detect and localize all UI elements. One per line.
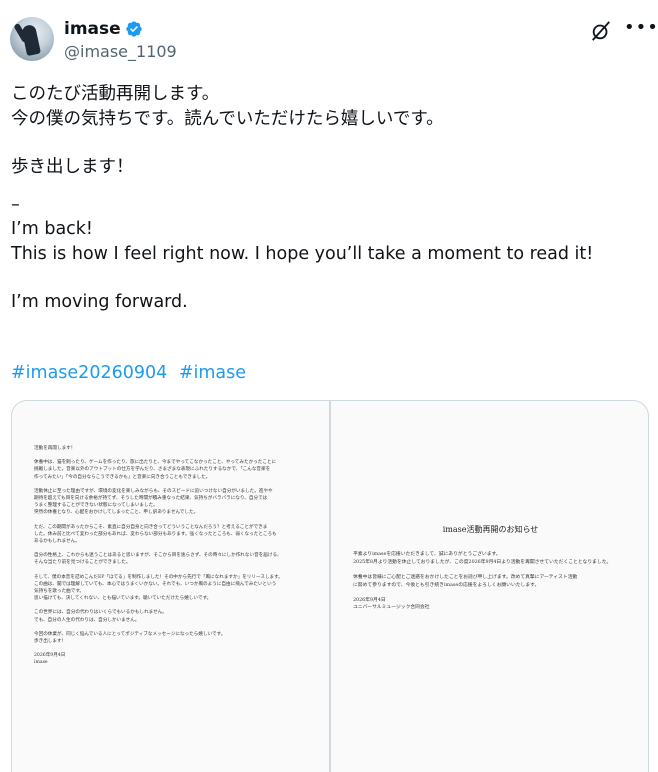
document-line: 期待を超えても目を向ける余裕が持てず、そうした時間が積み重なった結果、気持ちがバ…: [34, 496, 268, 502]
hashtag-link[interactable]: #imase: [179, 363, 246, 383]
document-line: ただ、この期間があったからこそ、素直に自分自身と向き合ってどういうことなんだろう…: [34, 524, 268, 530]
hashtag-link[interactable]: #imase20260904: [11, 363, 167, 383]
document-line: うまく整理することができない状態になってしまいました。: [34, 503, 158, 509]
letter-text: 活動を再開します！ 休養中は、猫を飼ったり、ゲームを作ったり、旅に出たりと、今まで…: [34, 445, 309, 667]
media-grid: 活動を再開します！ 休養中は、猫を飼ったり、ゲームを作ったり、旅に出たりと、今まで…: [11, 400, 649, 772]
grok-icon[interactable]: [590, 20, 612, 42]
more-icon[interactable]: •••: [624, 18, 658, 42]
document-line: 休養中は、猫を飼ったり、ゲームを作ったり、旅に出たりと、今までやってこなかったこ…: [34, 460, 277, 466]
document-line: 平素よりimaseを応援いただきまして、誠にありがとうございます。: [353, 552, 501, 558]
document-line: 自分の性格上、これからも迷うことはあると思いますが、そこから目を逸らさず、その時…: [34, 553, 282, 559]
document-line: 活動を再開します！: [34, 446, 76, 451]
post-text-line: このたび活動再開します。: [11, 84, 220, 104]
author-handle[interactable]: @imase_1109: [64, 42, 177, 61]
document-line: 挑戦しました。音楽以外のアウトプットの仕方を学んだり、さまざまな表現にふれたりす…: [34, 467, 271, 473]
verified-badge-icon: [125, 21, 142, 37]
document-line: 2026年9月4日: [353, 598, 386, 604]
post-text-line: This is how I feel right now. I hope you…: [11, 243, 594, 264]
notice-text: imase活動再開のお知らせ 平素よりimaseを応援いただきまして、誠にありが…: [353, 525, 628, 612]
document-line: 活動休止に至った理由ですが、環境の変化を楽しみながらも、そのスピードに追いつけな…: [34, 488, 273, 494]
document-line: 2026年9月4日: [34, 653, 66, 659]
document-line: でも、自分の人生の代わりは、自分しかいません。: [34, 617, 140, 623]
media-image-notice[interactable]: imase活動再開のお知らせ 平素よりimaseを応援いただきまして、誠にありが…: [331, 401, 648, 772]
document-line: 歩き出します！: [34, 639, 67, 645]
document-line: した。休み前と比べて変わった部分もあれば、変わらない部分もあります。強くなったと…: [34, 531, 277, 537]
document-line: 休養中は皆様にご心配とご迷惑をおかけしたことをお詫び申し上げます。改めて真摯にア…: [353, 575, 578, 581]
document-line: 作ってみたい」「今の自分ならこうできるかも」と音楽に向き合うこともできました。: [34, 474, 211, 480]
hashtags: #imase20260904 #imase: [11, 363, 252, 383]
document-line: この曲は、聞では理解していても、本心ではうまくいかない。それでも、いつか風のよう…: [34, 581, 277, 587]
document-line: に努めて参りますので、今後とも引き続きimaseの応援をよろしくお願いいたします…: [353, 582, 540, 588]
document-line: この世界には、自分の代わりはいくらでもいるかもしれません。: [34, 610, 167, 616]
document-line: そんな当たり前を見つけることができました。: [34, 560, 131, 566]
author-name[interactable]: imase: [64, 19, 121, 39]
document-line: そして、僕の本音を詰めこんだEP「ほてる」を制作しました！その中から先行で「風に…: [34, 574, 283, 580]
document-line: あるかもしれません。: [34, 539, 80, 545]
post-text-line: I’m back!: [11, 219, 93, 239]
document-line: 突然の休養となり、心配をおかけしてしまったこと、申し訳ありませんでした。: [34, 510, 199, 516]
post-text-separator: –: [11, 194, 20, 215]
media-image-letter[interactable]: 活動を再開します！ 休養中は、猫を飼ったり、ゲームを作ったり、旅に出たりと、今まで…: [12, 401, 329, 772]
post-text-line: I’m moving forward.: [11, 292, 188, 312]
document-line: ユニバーサルミュージック合同会社: [353, 605, 430, 611]
document-line: 今回の休業が、同じく悩んでいる人にとってポジティブなメッセージになったら嬉しいで…: [34, 631, 226, 637]
notice-title: imase活動再開のお知らせ: [442, 525, 539, 534]
document-line: 思い描けても、決してくれない、とも描いています。聴いていただけたら嬉しいです。: [34, 596, 212, 602]
document-line: 気持ちを歌った曲です。: [34, 589, 85, 595]
document-line: imase: [34, 660, 48, 666]
post-text: このたび活動再開します。 今の僕の気持ちです。読んでいただけたら嬉しいです。 歩…: [11, 82, 641, 315]
avatar-figure: [21, 23, 41, 57]
avatar[interactable]: [10, 17, 54, 61]
post-text-line: 歩き出します！: [11, 157, 134, 177]
post-text-line: 今の僕の気持ちです。読んでいただけたら嬉しいです。: [11, 108, 444, 129]
document-line: 2025年8月より活動を休止しておりましたが、この度2026年9月4日より活動を…: [353, 559, 612, 565]
author-name-row: imase: [64, 19, 143, 39]
post-header: imase @imase_1109 •••: [10, 17, 658, 65]
